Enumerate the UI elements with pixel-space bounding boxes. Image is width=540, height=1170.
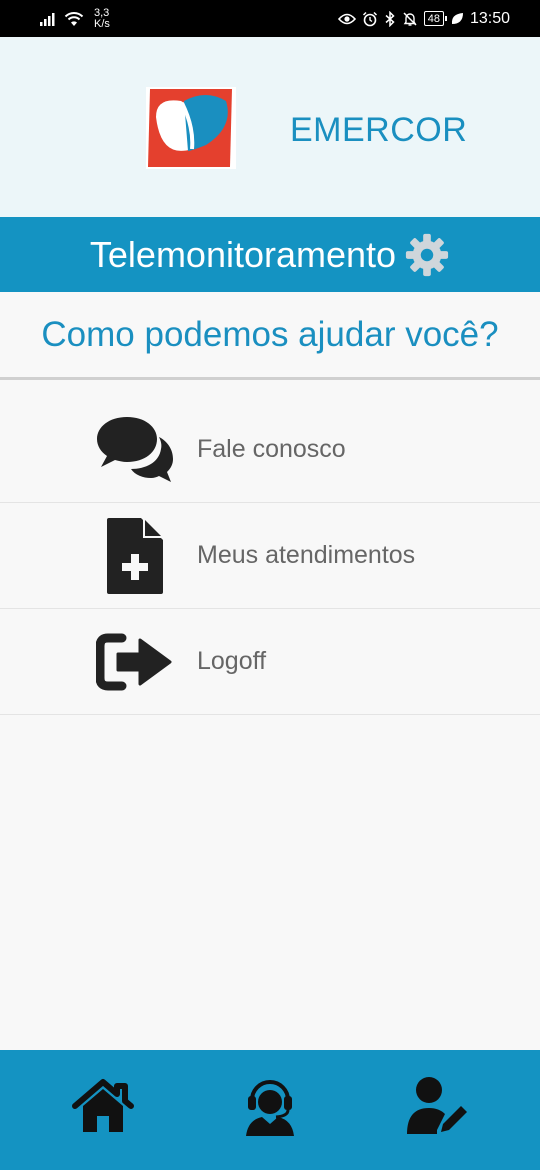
clock: 13:50: [469, 9, 510, 27]
menu-item-meus-atendimentos[interactable]: Meus atendimentos: [0, 503, 540, 609]
notifications-off-icon: [403, 11, 417, 26]
leaf-icon: [451, 12, 463, 24]
network-speed-value: 3,3: [94, 6, 110, 19]
menu-icon-container: [95, 622, 175, 702]
home-icon[interactable]: [71, 1074, 135, 1138]
menu-item-logoff[interactable]: Logoff: [0, 609, 540, 715]
user-edit-icon[interactable]: [405, 1074, 469, 1138]
file-add-icon: [107, 517, 163, 594]
battery-indicator: 48: [423, 11, 448, 26]
menu-item-label: Fale conosco: [197, 435, 346, 463]
eye-icon: [337, 13, 356, 24]
brand-name: EMERCOR: [290, 111, 468, 149]
menu-item-label: Meus atendimentos: [197, 541, 416, 569]
signal-icon: [40, 12, 55, 26]
status-left: 3,3 K/s: [40, 6, 110, 30]
menu-icon-container: [95, 410, 175, 490]
network-speed: 3,3 K/s: [94, 6, 110, 30]
page-title: Telemonitoramento: [89, 233, 397, 275]
logout-icon: [96, 633, 172, 690]
gear-icon[interactable]: [404, 232, 450, 278]
status-right: 48 13:50: [337, 9, 510, 28]
menu-item-label: Logoff: [197, 647, 267, 675]
wifi-icon: [64, 11, 84, 26]
chat-bubbles-icon: [97, 416, 173, 482]
app-header: EMERCOR: [0, 37, 540, 217]
network-speed-unit: K/s: [94, 17, 110, 30]
title-bar: Telemonitoramento: [0, 217, 540, 292]
emercor-logo: [146, 87, 236, 169]
alarm-icon: [362, 11, 377, 26]
headset-support-icon[interactable]: [238, 1074, 302, 1138]
bottom-nav: [0, 1050, 540, 1170]
menu-icon-container: [95, 516, 175, 596]
help-section: Como podemos ajudar você?: [0, 292, 540, 380]
menu-item-fale-conosco[interactable]: Fale conosco: [0, 397, 540, 503]
bluetooth-icon: [385, 10, 395, 27]
menu-list: Fale conosco Meus atendimentos Logoff: [0, 397, 540, 715]
help-heading: Como podemos ajudar você?: [41, 314, 499, 354]
status-bar: 3,3 K/s 48 13:50: [0, 0, 540, 37]
